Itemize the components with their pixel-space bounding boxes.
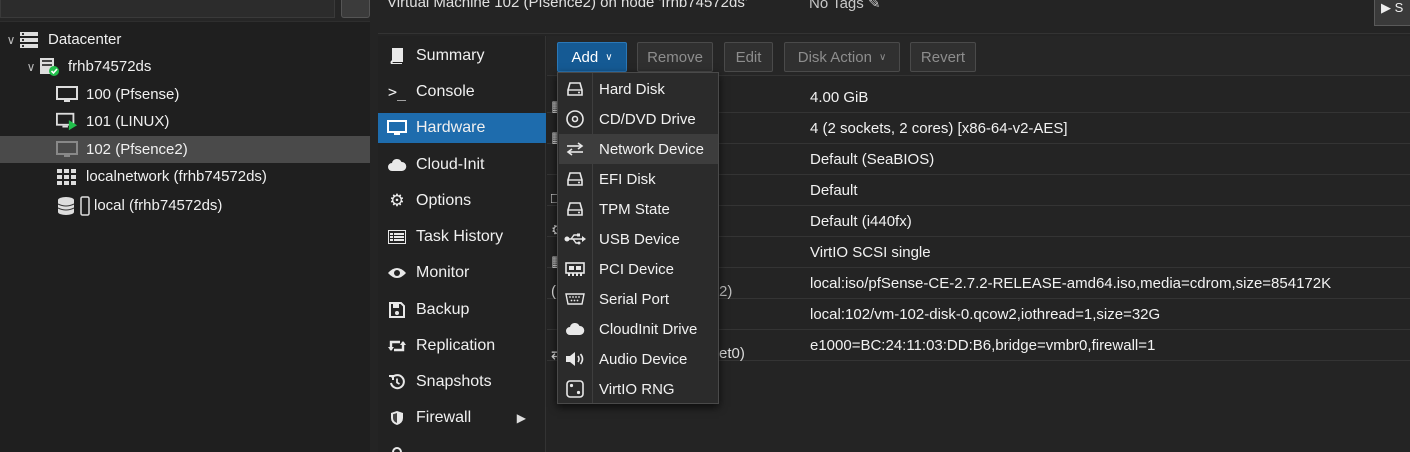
menu-item-efi-disk[interactable]: EFI Disk (559, 164, 718, 194)
nav-task-history[interactable]: Task History (378, 222, 546, 252)
nav-summary[interactable]: Summary (378, 41, 546, 71)
dice-icon (559, 380, 591, 398)
hdd-icon (559, 172, 591, 186)
vm-stopped-icon (56, 140, 78, 160)
tree-node-vm-101[interactable]: 101 (LINUX) (56, 108, 370, 135)
nav-backup[interactable]: Backup (378, 295, 546, 325)
tree-toolbar (0, 0, 370, 22)
vm-stopped-icon (56, 85, 78, 105)
terminal-icon: >_ (387, 83, 407, 101)
add-menu: Hard Disk CD/DVD Drive Network Device EF… (557, 72, 719, 404)
usb-icon (559, 232, 591, 246)
serial-port-icon (559, 293, 591, 305)
menu-item-serial-port[interactable]: Serial Port (559, 284, 718, 314)
network-zone-icon (56, 167, 78, 187)
tree-node-vm-100[interactable]: 100 (Pfsense) (56, 81, 370, 108)
menu-item-audio-device[interactable]: Audio Device (559, 344, 718, 374)
list-icon (378, 230, 416, 244)
pci-card-icon (559, 262, 591, 276)
hdd-icon (559, 82, 591, 96)
menu-item-cd-dvd-drive[interactable]: CD/DVD Drive (559, 104, 718, 134)
monitor-icon (378, 120, 416, 136)
cdrom-icon (559, 110, 591, 128)
eye-icon (378, 266, 416, 280)
tree-node-frhb74572ds[interactable]: ∨ frhb74572ds (24, 53, 370, 80)
caret-right-icon: ▶ (516, 411, 526, 425)
chevron-down-icon: ∨ (878, 51, 887, 63)
resource-tree: ∨ Datacenter ∨ frhb74572ds 100 (Pfsense)… (0, 0, 370, 452)
view-selector[interactable] (0, 0, 335, 18)
edit-button[interactable]: Edit (724, 42, 773, 72)
menu-item-pci-device[interactable]: PCI Device (559, 254, 718, 284)
tree-node-vm-102[interactable]: 102 (Pfsence2) (0, 136, 370, 163)
nav-replication[interactable]: Replication (378, 331, 546, 361)
storage-icon (56, 195, 90, 216)
vm-header-bar: Virtual Machine 102 (Pfsence2) on node '… (378, 0, 1410, 34)
chevron-down-icon[interactable]: ∨ (24, 60, 38, 74)
hdd-icon (559, 202, 591, 216)
tags-area[interactable]: No Tags ✎ (809, 0, 881, 12)
shield-icon (378, 410, 416, 426)
gear-icon: ⚙ (389, 191, 405, 210)
tree-node-datacenter[interactable]: ∨ Datacenter (4, 26, 370, 53)
tree-node-localnetwork[interactable]: localnetwork (frhb74572ds) (56, 163, 370, 190)
nav-options[interactable]: ⚙ Options (378, 186, 546, 216)
vm-running-icon (56, 112, 78, 132)
retweet-icon (378, 338, 416, 354)
menu-item-network-device[interactable]: Network Device (559, 134, 718, 164)
cloud-icon (378, 158, 416, 172)
chevron-down-icon[interactable]: ∨ (4, 33, 18, 47)
key-icon (378, 446, 416, 452)
menu-item-cloudinit-drive[interactable]: CloudInit Drive (559, 314, 718, 344)
revert-button[interactable]: Revert (910, 42, 976, 72)
menu-item-usb-device[interactable]: USB Device (559, 224, 718, 254)
vm-navigation: Summary >_ Console Hardware Cloud-Init ⚙… (378, 36, 546, 452)
nav-snapshots[interactable]: Snapshots (378, 367, 546, 397)
nav-firewall[interactable]: Firewall ▶ (378, 403, 546, 433)
page-title: Virtual Machine 102 (Pfsence2) on node '… (387, 0, 748, 11)
menu-item-tpm-state[interactable]: TPM State (559, 194, 718, 224)
menu-item-virtio-rng[interactable]: VirtIO RNG (559, 374, 718, 404)
speaker-icon (559, 351, 591, 367)
add-button[interactable]: Add ∨ (557, 42, 627, 72)
chevron-down-icon: ∨ (605, 51, 613, 63)
nav-monitor[interactable]: Monitor (378, 258, 546, 288)
nav-more[interactable] (378, 439, 546, 452)
nav-hardware[interactable]: Hardware (378, 113, 546, 143)
datacenter-icon (18, 30, 40, 50)
hardware-toolbar: Add ∨ Remove Edit Disk Action ∨ Revert (547, 36, 1410, 76)
history-icon (378, 374, 416, 390)
tree-settings-button[interactable] (341, 0, 370, 18)
cloud-icon (559, 322, 591, 336)
start-button[interactable]: ▶ S (1374, 0, 1410, 26)
floppy-icon (378, 302, 416, 318)
remove-button[interactable]: Remove (637, 42, 713, 72)
menu-item-hard-disk[interactable]: Hard Disk (559, 74, 718, 104)
disk-action-button[interactable]: Disk Action ∨ (784, 42, 900, 72)
tree-node-local-storage[interactable]: local (frhb74572ds) (56, 192, 370, 219)
nav-cloud-init[interactable]: Cloud-Init (378, 150, 546, 180)
exchange-icon (559, 142, 591, 156)
cdrom-icon: ( (551, 283, 556, 300)
node-online-icon (38, 57, 60, 77)
nav-console[interactable]: >_ Console (378, 77, 546, 107)
book-icon (378, 48, 416, 64)
pencil-icon[interactable]: ✎ (868, 0, 881, 12)
